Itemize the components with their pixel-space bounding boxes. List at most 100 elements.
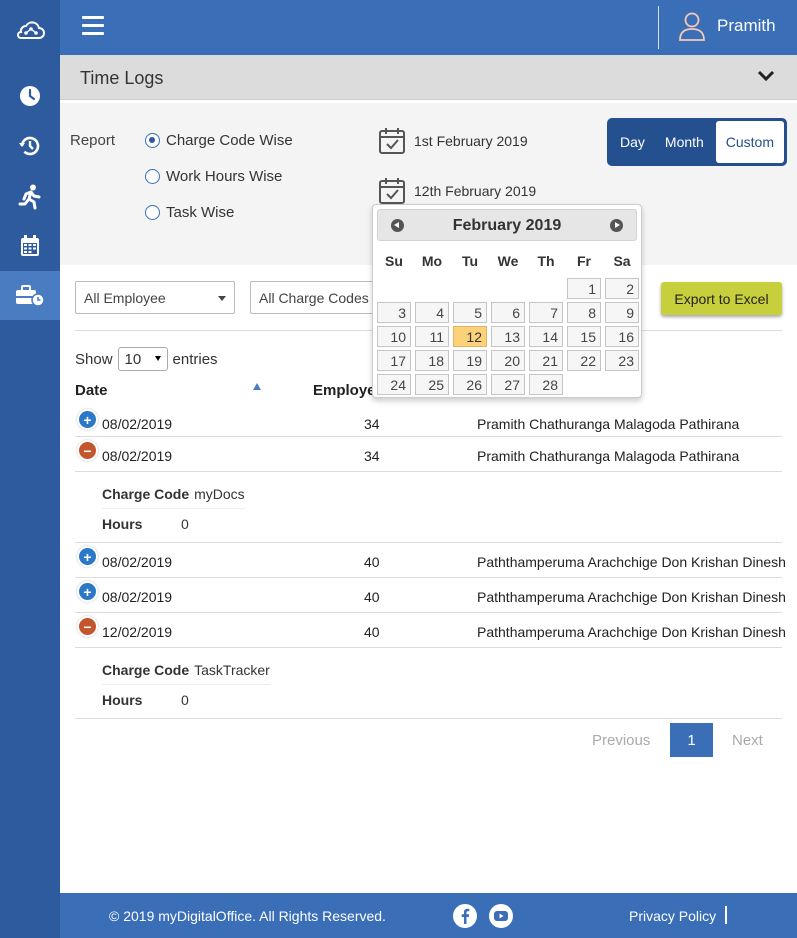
- calendar-day[interactable]: 20: [491, 350, 525, 371]
- page-title: Time Logs: [80, 68, 164, 88]
- running-man-icon[interactable]: [0, 181, 60, 213]
- show-entries: Show 10 entries: [75, 347, 218, 371]
- datepicker-header: February 2019: [377, 209, 637, 241]
- calendar-day[interactable]: 8: [567, 302, 601, 323]
- table-row[interactable]: − 12/02/2019 40 Paththamperuma Arachchig…: [75, 613, 786, 648]
- clock-icon[interactable]: [0, 80, 60, 112]
- table-row[interactable]: − 08/02/2019 34 Pramith Chathuranga Mala…: [75, 437, 782, 472]
- calendar-day[interactable]: 17: [377, 350, 411, 371]
- date-column-header[interactable]: Date: [75, 382, 108, 399]
- cloud-logo-icon[interactable]: [0, 14, 60, 46]
- radio-unselected[interactable]: [145, 169, 160, 184]
- calendar-day[interactable]: 1: [567, 278, 601, 299]
- weekday-header: Fr: [577, 253, 591, 269]
- charge-code-line: Charge Code TaskTracker: [102, 662, 270, 685]
- user-menu[interactable]: Pramith: [678, 11, 776, 41]
- row-detail: Charge Code myDocs Hours 0: [75, 472, 782, 543]
- divider: [658, 6, 659, 49]
- table-row[interactable]: + 08/02/2019 40 Paththamperuma Arachchig…: [75, 578, 786, 613]
- copyright-text: © 2019 myDigitalOffice. All Rights Reser…: [109, 908, 386, 924]
- calendar-day[interactable]: 5: [453, 302, 487, 323]
- row-detail: Charge Code TaskTracker Hours 0: [75, 648, 782, 719]
- calendar-day[interactable]: 24: [377, 374, 411, 395]
- next-page-button[interactable]: Next: [732, 732, 763, 749]
- weekday-header: We: [497, 253, 519, 269]
- calendar-day[interactable]: 13: [491, 326, 525, 347]
- calendar-day[interactable]: 25: [415, 374, 449, 395]
- weekday-header: Th: [537, 253, 555, 269]
- calendar-day[interactable]: 16: [605, 326, 639, 347]
- briefcase-clock-icon[interactable]: [0, 271, 60, 320]
- calendar-check-icon: [379, 178, 405, 204]
- user-name: Pramith: [717, 16, 776, 35]
- dropdown-arrow-icon: [154, 356, 161, 361]
- calendar-day[interactable]: 9: [605, 302, 639, 323]
- mode-day-button[interactable]: Day: [610, 121, 655, 163]
- sort-ascending-icon[interactable]: [253, 383, 261, 390]
- divider: [725, 906, 727, 924]
- page-1-button[interactable]: 1: [670, 723, 713, 757]
- calendar-day[interactable]: 23: [605, 350, 639, 371]
- calendar-day[interactable]: 14: [529, 326, 563, 347]
- collapse-minus-icon[interactable]: −: [79, 618, 96, 635]
- next-month-icon[interactable]: [610, 219, 623, 232]
- employee-select[interactable]: All Employee: [75, 281, 235, 314]
- charge-code-select[interactable]: All Charge Codes: [250, 281, 380, 314]
- entries-select[interactable]: 10: [117, 347, 168, 371]
- section-header[interactable]: Time Logs: [60, 55, 797, 100]
- collapse-minus-icon[interactable]: −: [79, 442, 96, 459]
- calendar-day[interactable]: 10: [377, 326, 411, 347]
- radio-unselected[interactable]: [145, 205, 160, 220]
- calendar-day[interactable]: 11: [415, 326, 449, 347]
- calendar-check-icon: [379, 128, 405, 154]
- previous-page-button[interactable]: Previous: [592, 732, 650, 749]
- calendar-day[interactable]: 28: [529, 374, 563, 395]
- mode-month-button[interactable]: Month: [655, 121, 714, 163]
- sidebar: [0, 0, 60, 938]
- hours-line: Hours 0: [102, 516, 189, 532]
- weekday-header: Sa: [613, 253, 631, 269]
- chevron-down-icon[interactable]: [757, 69, 775, 83]
- calendar-day[interactable]: 22: [567, 350, 601, 371]
- table-row[interactable]: + 08/02/2019 34 Pramith Chathuranga Mala…: [75, 406, 782, 437]
- calendar-day[interactable]: 19: [453, 350, 487, 371]
- table-row[interactable]: + 08/02/2019 40 Paththamperuma Arachchig…: [75, 543, 786, 578]
- weekday-header: Tu: [461, 253, 479, 269]
- calendar-day[interactable]: 18: [415, 350, 449, 371]
- history-icon[interactable]: [0, 130, 60, 162]
- expand-plus-icon[interactable]: +: [79, 411, 96, 428]
- expand-plus-icon[interactable]: +: [79, 583, 96, 600]
- employee-column-header[interactable]: Employe: [313, 382, 376, 399]
- weekday-header: Mo: [421, 253, 443, 269]
- export-excel-button[interactable]: Export to Excel: [661, 282, 782, 315]
- calendar-day[interactable]: 7: [529, 302, 563, 323]
- footer: © 2019 myDigitalOffice. All Rights Reser…: [60, 893, 797, 938]
- calendar-day[interactable]: 3: [377, 302, 411, 323]
- from-date: 1st February 2019: [414, 133, 528, 149]
- youtube-icon[interactable]: [489, 904, 513, 928]
- calendar-day[interactable]: 21: [529, 350, 563, 371]
- hamburger-menu-icon[interactable]: [82, 16, 104, 38]
- calendar-day[interactable]: 6: [491, 302, 525, 323]
- calendar-day[interactable]: 2: [605, 278, 639, 299]
- dropdown-arrow-icon: [218, 296, 226, 301]
- datepicker-popup: February 2019 Su Mo Tu We Th Fr Sa 1 2 3 4 5 6 7 8 9 10 1…: [372, 204, 642, 398]
- mode-custom-button[interactable]: Custom: [715, 121, 784, 163]
- to-date-picker[interactable]: 12th February 2019: [378, 177, 536, 205]
- calendar-day[interactable]: 4: [415, 302, 449, 323]
- radio-selected[interactable]: [145, 133, 160, 148]
- calendar-day[interactable]: 15: [567, 326, 601, 347]
- radio-work-hours-wise[interactable]: Work Hours Wise: [145, 168, 282, 185]
- radio-task-wise[interactable]: Task Wise: [145, 204, 234, 221]
- facebook-icon[interactable]: [453, 904, 477, 928]
- privacy-policy-link[interactable]: Privacy Policy: [629, 908, 716, 924]
- calendar-day-selected[interactable]: 12: [453, 326, 487, 347]
- calendar-icon[interactable]: [0, 230, 60, 262]
- from-date-picker[interactable]: 1st February 2019: [378, 127, 528, 155]
- range-mode-toggle: Day Month Custom: [607, 118, 787, 166]
- expand-plus-icon[interactable]: +: [79, 548, 96, 565]
- calendar-day[interactable]: 27: [491, 374, 525, 395]
- calendar-day[interactable]: 26: [453, 374, 487, 395]
- radio-charge-code-wise[interactable]: Charge Code Wise: [145, 132, 293, 149]
- top-bar: Pramith: [60, 0, 797, 55]
